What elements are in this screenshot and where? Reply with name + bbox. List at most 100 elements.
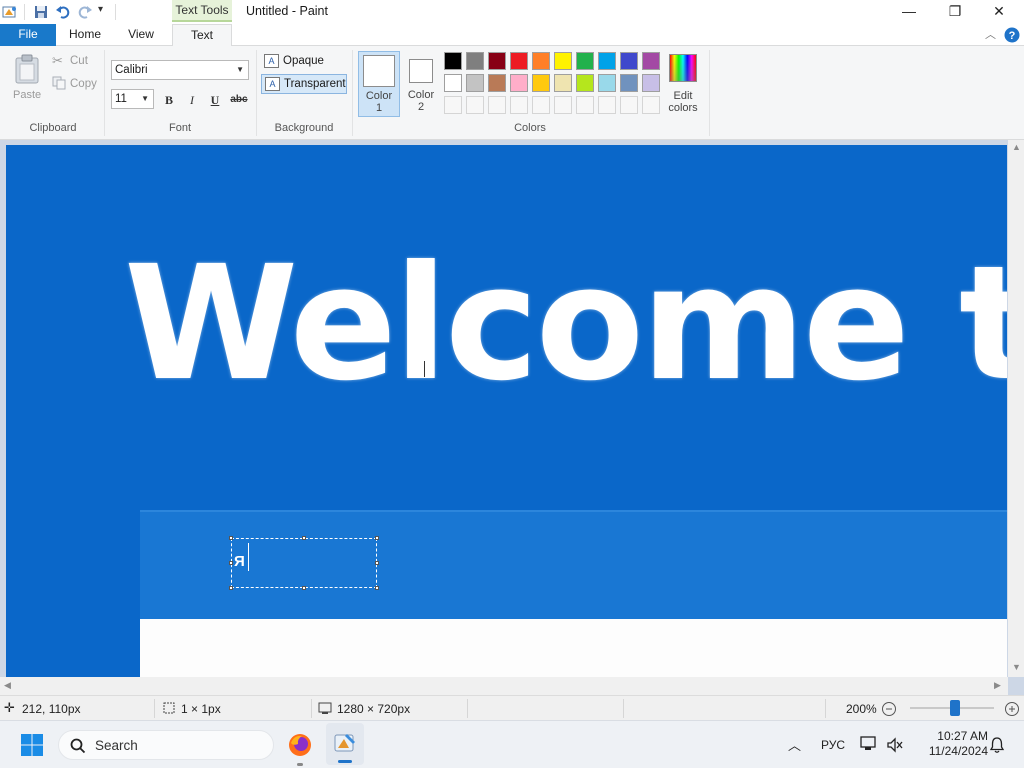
network-icon[interactable] [860,736,878,752]
italic-button[interactable]: I [182,90,202,110]
palette-swatch[interactable] [642,74,660,92]
resize-handle[interactable] [375,536,379,540]
redo-icon[interactable] [77,4,93,20]
edit-colors-button[interactable]: Edit colors [664,52,702,118]
tab-view[interactable]: View [116,24,166,46]
windows-start-icon[interactable] [20,733,44,757]
paste-button[interactable]: Paste [8,52,46,106]
color2-swatch [409,59,433,83]
font-size-select[interactable]: 11 ▼ [111,89,154,109]
text-input-box[interactable] [229,536,379,590]
custom-color-slot[interactable] [510,96,528,114]
edit-colors-label: Edit colors [668,90,698,114]
taskbar-search-box[interactable]: Search [58,730,274,760]
resize-handle[interactable] [375,561,379,565]
palette-swatch[interactable] [598,52,616,70]
palette-swatch[interactable] [488,52,506,70]
opaque-label: Opaque [283,55,324,67]
font-family-select[interactable]: Calibri ▼ [111,60,249,80]
scroll-right-icon[interactable]: ▶ [994,680,1001,691]
palette-swatch[interactable] [554,74,572,92]
toolbar-divider [24,4,25,20]
palette-swatch[interactable] [576,52,594,70]
scroll-left-icon[interactable]: ◀ [4,680,11,691]
paint-taskbar-button[interactable] [326,723,364,765]
copy-button[interactable]: Copy [52,75,102,93]
show-hidden-icons-icon[interactable]: ︿ [788,735,801,754]
custom-color-slot[interactable] [554,96,572,114]
font-family-value: Calibri [115,64,148,76]
palette-swatch[interactable] [642,52,660,70]
help-icon[interactable]: ? [1004,27,1020,43]
search-icon [70,738,86,754]
custom-color-slot[interactable] [642,96,660,114]
input-language[interactable]: РУС [821,738,845,752]
palette-swatch[interactable] [510,74,528,92]
palette-swatch[interactable] [598,74,616,92]
resize-handle[interactable] [302,536,306,540]
color1-button[interactable]: Color 1 [358,51,400,117]
volume-muted-icon[interactable] [886,737,904,753]
scroll-up-icon[interactable]: ▲ [1012,142,1021,152]
canvas-workspace: Welcome to Я ▲ ▼ ◀ ▶ [0,140,1024,695]
clock-time: 10:27 AM [937,729,988,743]
palette-swatch[interactable] [620,52,638,70]
palette-swatch[interactable] [466,74,484,92]
customize-quick-access-icon[interactable]: ▾ [98,4,103,15]
resize-handle[interactable] [302,586,306,590]
resize-handle[interactable] [375,586,379,590]
palette-swatch[interactable] [444,74,462,92]
zoom-in-icon[interactable] [1004,701,1020,717]
opaque-button[interactable]: A Opaque [261,52,347,72]
vertical-scrollbar[interactable]: ▲ ▼ [1008,140,1024,677]
underline-button[interactable]: U [205,90,225,110]
bold-button[interactable]: B [159,90,179,110]
maximize-button[interactable]: ❐ [932,0,978,24]
horizontal-scrollbar[interactable]: ◀ ▶ [0,677,1008,695]
undo-icon[interactable] [55,4,71,20]
palette-swatch[interactable] [444,52,462,70]
palette-swatch[interactable] [532,74,550,92]
custom-color-slot[interactable] [444,96,462,114]
palette-swatch[interactable] [554,52,572,70]
transparent-button[interactable]: A Transparent [261,74,347,94]
custom-color-slot[interactable] [598,96,616,114]
palette-swatch[interactable] [620,74,638,92]
color2-label: Color 2 [407,89,435,113]
paste-label: Paste [13,89,42,101]
tab-file[interactable]: File [0,24,56,46]
notifications-bell-icon[interactable] [989,736,1005,754]
resize-handle[interactable] [229,536,233,540]
copy-label: Copy [70,78,97,90]
resize-handle[interactable] [229,586,233,590]
custom-color-slot[interactable] [466,96,484,114]
firefox-icon[interactable] [288,733,312,757]
cut-button[interactable]: ✂ Cut [52,53,100,71]
scroll-down-icon[interactable]: ▼ [1012,662,1021,672]
palette-swatch[interactable] [488,74,506,92]
group-separator [256,50,257,136]
palette-swatch[interactable] [576,74,594,92]
tab-home[interactable]: Home [60,24,110,46]
custom-color-slot[interactable] [576,96,594,114]
resize-handle[interactable] [229,561,233,565]
tab-text[interactable]: Text [172,24,232,47]
collapse-ribbon-icon[interactable]: ︿ [985,26,996,42]
color2-button[interactable]: Color 2 [402,51,440,117]
strikethrough-button[interactable]: abc [228,90,250,110]
palette-swatch[interactable] [466,52,484,70]
title-bar: ▾ Text Tools Untitled - Paint — ❐ ✕ [0,0,1024,24]
clock[interactable]: 10:27 AM 11/24/2024 [912,729,988,759]
zoom-out-icon[interactable] [881,701,897,717]
text-caret [248,543,249,571]
custom-color-slot[interactable] [488,96,506,114]
palette-swatch[interactable] [532,52,550,70]
drawing-canvas[interactable]: Welcome to Я [6,145,1007,677]
minimize-button[interactable]: — [886,0,932,24]
palette-swatch[interactable] [510,52,528,70]
custom-color-slot[interactable] [532,96,550,114]
zoom-slider-thumb[interactable] [950,700,960,716]
close-button[interactable]: ✕ [976,0,1022,24]
save-icon[interactable] [33,4,49,20]
custom-color-slot[interactable] [620,96,638,114]
